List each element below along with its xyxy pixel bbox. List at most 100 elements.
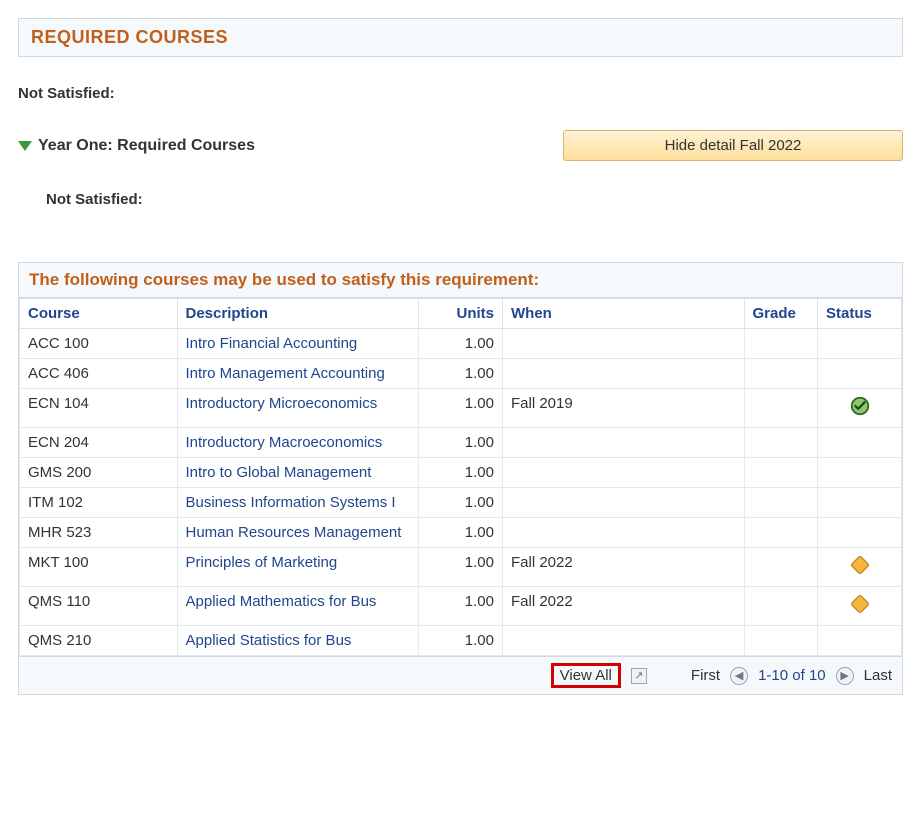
course-link[interactable]: Applied Statistics for Bus [186,632,352,649]
col-status[interactable]: Status [818,299,902,329]
course-link[interactable]: Applied Mathematics for Bus [186,593,377,610]
pager-next-icon[interactable]: ▶ [836,667,854,685]
cell-status [818,428,902,458]
checkmark-icon [849,404,871,421]
cell-grade [744,329,818,359]
course-link[interactable]: Human Resources Management [186,524,402,541]
cell-when [503,329,745,359]
col-when[interactable]: When [503,299,745,329]
cell-description: Intro Financial Accounting [177,329,419,359]
cell-grade [744,458,818,488]
cell-units: 1.00 [419,389,503,428]
table-row: QMS 210 Applied Statistics for Bus 1.00 [20,626,902,656]
course-table: Course Description Units When Grade Stat… [19,298,902,656]
course-link[interactable]: Intro to Global Management [186,464,372,481]
cell-status [818,488,902,518]
table-row: ECN 204 Introductory Macroeconomics 1.00 [20,428,902,458]
col-units[interactable]: Units [419,299,503,329]
table-row: ECN 104 Introductory Microeconomics 1.00Fa… [20,389,902,428]
popout-icon[interactable]: ↗ [631,668,647,684]
cell-status [818,359,902,389]
table-row: GMS 200 Intro to Global Management 1.00 [20,458,902,488]
not-satisfied-label: Not Satisfied: [18,85,903,102]
cell-course: QMS 210 [20,626,178,656]
cell-status [818,518,902,548]
course-link[interactable]: Intro Financial Accounting [186,335,358,352]
cell-when [503,428,745,458]
cell-description: Introductory Macroeconomics [177,428,419,458]
cell-description: Human Resources Management [177,518,419,548]
cell-course: MKT 100 [20,548,178,587]
pager-last[interactable]: Last [864,667,892,684]
year-one-row: Year One: Required Courses Hide detail F… [18,130,903,161]
cell-grade [744,488,818,518]
cell-course: QMS 110 [20,587,178,626]
cell-description: Business Information Systems I [177,488,419,518]
cell-status [818,587,902,626]
cell-grade [744,587,818,626]
cell-description: Intro Management Accounting [177,359,419,389]
pager-prev-icon[interactable]: ◀ [730,667,748,685]
course-link[interactable]: Introductory Microeconomics [186,395,378,412]
diamond-icon [849,602,871,619]
cell-course: ACC 406 [20,359,178,389]
cell-status [818,389,902,428]
year-one-toggle[interactable]: Year One: Required Courses [18,137,255,155]
cell-status [818,329,902,359]
cell-grade [744,548,818,587]
cell-course: ECN 104 [20,389,178,428]
view-all-link[interactable]: View All [551,663,621,688]
pager-first[interactable]: First [691,667,720,684]
cell-status [818,458,902,488]
table-title: The following courses may be used to sat… [19,263,902,298]
cell-description: Applied Mathematics for Bus [177,587,419,626]
course-table-container: The following courses may be used to sat… [18,262,903,695]
cell-when [503,518,745,548]
cell-when [503,626,745,656]
cell-when [503,458,745,488]
cell-status [818,548,902,587]
cell-description: Applied Statistics for Bus [177,626,419,656]
cell-description: Intro to Global Management [177,458,419,488]
col-description[interactable]: Description [177,299,419,329]
hide-detail-button[interactable]: Hide detail Fall 2022 [563,130,903,161]
cell-course: ACC 100 [20,329,178,359]
sub-not-satisfied-label: Not Satisfied: [46,191,903,208]
cell-course: MHR 523 [20,518,178,548]
cell-grade [744,626,818,656]
course-link[interactable]: Introductory Macroeconomics [186,434,383,451]
table-row: QMS 110Applied Mathematics for Bus1.00Fa… [20,587,902,626]
section-header: REQUIRED COURSES [18,18,903,57]
cell-when: Fall 2019 [503,389,745,428]
table-row: MHR 523Human Resources Management1.00 [20,518,902,548]
course-link[interactable]: Business Information Systems I [186,494,396,511]
cell-units: 1.00 [419,458,503,488]
collapse-icon [18,141,32,151]
cell-units: 1.00 [419,428,503,458]
cell-units: 1.00 [419,359,503,389]
cell-course: ECN 204 [20,428,178,458]
table-row: ITM 102Business Information Systems I1.0… [20,488,902,518]
table-row: ACC 100 Intro Financial Accounting 1.00 [20,329,902,359]
cell-units: 1.00 [419,548,503,587]
table-row: ACC 406 Intro Management Accounting 1.00 [20,359,902,389]
year-one-title: Year One: Required Courses [38,137,255,155]
cell-when: Fall 2022 [503,587,745,626]
col-grade[interactable]: Grade [744,299,818,329]
table-row: MKT 100 Principles of Marketing 1.00Fall 2… [20,548,902,587]
cell-grade [744,389,818,428]
col-course[interactable]: Course [20,299,178,329]
cell-units: 1.00 [419,329,503,359]
course-link[interactable]: Principles of Marketing [186,554,338,571]
cell-when: Fall 2022 [503,548,745,587]
cell-units: 1.00 [419,626,503,656]
cell-grade [744,359,818,389]
pager: View All ↗ First ◀ 1-10 of 10 ▶ Last [19,656,902,694]
cell-status [818,626,902,656]
cell-units: 1.00 [419,488,503,518]
pager-range[interactable]: 1-10 of 10 [758,667,826,684]
cell-grade [744,518,818,548]
cell-description: Introductory Microeconomics [177,389,419,428]
course-link[interactable]: Intro Management Accounting [186,365,385,382]
cell-course: GMS 200 [20,458,178,488]
